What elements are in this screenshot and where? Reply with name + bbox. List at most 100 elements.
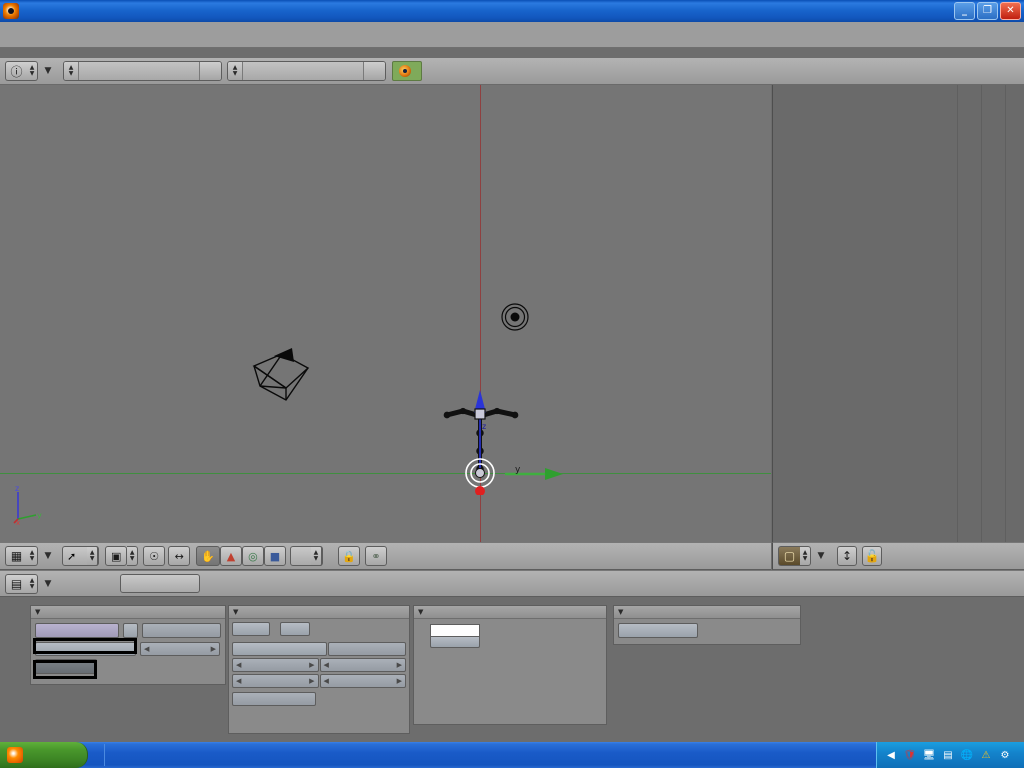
unlock-icon[interactable]: 🔓 [862, 546, 882, 566]
shield-icon[interactable]: 🛡 [903, 748, 917, 762]
up-x-button[interactable] [280, 622, 310, 636]
increment-arrow-icon[interactable]: ▶ [309, 661, 314, 669]
menu-collapse-arrow-icon[interactable]: ▼ [38, 579, 58, 589]
buttons-editor-icon[interactable]: ▤ [5, 573, 27, 594]
3d-cursor [465, 458, 495, 495]
quick-launch-bar[interactable] [88, 744, 105, 766]
dup-off-field[interactable]: ◀ ▶ [319, 674, 406, 688]
interaction-mode-selector[interactable]: ➚ ▲ ▼ [62, 546, 100, 566]
view3d-editor-icon[interactable]: ▦ [5, 546, 27, 566]
editor-type-spinner[interactable]: ▲ ▼ [800, 546, 811, 566]
dup-on-field[interactable]: ◀ ▶ [319, 658, 406, 672]
panel-header[interactable]: ▼ [31, 606, 225, 619]
time-offset-field[interactable] [232, 692, 316, 706]
panel-header[interactable]: ▼ [229, 606, 409, 619]
snap-icon[interactable]: ↔ [168, 546, 191, 566]
group-field[interactable] [328, 642, 406, 656]
outliner-column-guides [773, 85, 1024, 542]
blender-logo-icon [399, 65, 411, 77]
scene-browse-icon[interactable]: ▲ ▼ [228, 62, 243, 80]
warning-icon[interactable]: ⚠ [979, 748, 993, 762]
size-manipulator-icon[interactable]: ■ [263, 546, 286, 566]
scene-delete-button[interactable] [363, 62, 385, 80]
decrement-arrow-icon[interactable]: ◀ [324, 677, 329, 685]
user-preferences-tab-row [0, 22, 1024, 48]
fake-user-button[interactable] [122, 623, 139, 638]
panel-object-and-links[interactable]: ▼ ◀ ▶ [30, 605, 226, 685]
increment-arrow-icon[interactable]: ▶ [211, 645, 216, 653]
add-constraint-button[interactable] [618, 623, 698, 638]
editor-type-spinner[interactable]: ▲ ▼ [27, 573, 38, 594]
lock-icon[interactable]: 🔒 [337, 546, 360, 566]
orientation-spinner[interactable]: ▲ ▼ [310, 546, 322, 566]
collapse-triangle-icon: ▼ [233, 608, 239, 616]
passindex-field[interactable]: ◀ ▶ [140, 642, 220, 656]
outliner-editor[interactable] [772, 85, 1024, 542]
pivot-median-icon[interactable]: ☉ [143, 546, 166, 566]
buttons-window-header: ▤ ▲ ▼ ▼ [0, 570, 1024, 597]
camera-wireframe[interactable] [248, 340, 328, 415]
editor-type-spinner[interactable]: ▲ ▼ [27, 546, 38, 566]
close-button[interactable]: ✕ [1000, 2, 1021, 20]
maximize-icon: ❐ [983, 5, 992, 16]
increment-arrow-icon[interactable]: ▶ [397, 677, 402, 685]
uv-image-editor-icon[interactable]: ▢ [778, 546, 800, 566]
image-editor-header: ▢ ▲ ▼ ▼ ↕ 🔓 [772, 542, 1024, 570]
scale-manipulator-icon[interactable]: ◎ [241, 546, 264, 566]
info-editor-icon[interactable]: ⓘ [5, 61, 27, 81]
decrement-arrow-icon[interactable]: ◀ [144, 645, 149, 653]
shaded-draw-type-icon[interactable]: ▣ [105, 546, 128, 566]
hand-translate-icon[interactable]: ✋ [196, 546, 220, 566]
screen-browse-icon[interactable]: ▲ ▼ [64, 62, 79, 80]
object-name-field[interactable] [35, 623, 119, 638]
menu-collapse-arrow-icon[interactable]: ▼ [38, 66, 58, 76]
lamp-widget[interactable] [499, 301, 531, 333]
panel-header[interactable]: ▼ [614, 606, 800, 619]
globe-icon[interactable]: 🌐 [960, 748, 974, 762]
scene-selector[interactable]: ▲ ▼ [227, 61, 386, 81]
antivirus-icon[interactable]: ⚙ [998, 748, 1012, 762]
3d-viewport[interactable]: z y z y x [0, 85, 771, 542]
decrement-arrow-icon[interactable]: ◀ [236, 661, 241, 669]
minimize-button[interactable]: _ [954, 2, 975, 20]
gizmo-z-label: z [482, 422, 486, 431]
system-tray[interactable]: ◀ 🛡 🖥 ▤ 🌐 ⚠ ⚙ [876, 742, 1024, 768]
transform-orientation-selector[interactable]: ▲ ▼ [289, 546, 323, 566]
collapse-triangle-icon: ▼ [618, 608, 624, 616]
collapse-triangle-icon: ▼ [418, 608, 424, 616]
decrement-arrow-icon[interactable]: ◀ [324, 661, 329, 669]
screen-delete-button[interactable] [199, 62, 221, 80]
display-icon[interactable]: ▤ [941, 748, 955, 762]
editor-type-spinner[interactable]: ▲ ▼ [27, 61, 38, 81]
increment-arrow-icon[interactable]: ▶ [397, 661, 402, 669]
link-scene-icon[interactable]: ⚭ [364, 546, 387, 566]
menu-collapse-arrow-icon[interactable]: ▼ [811, 551, 831, 561]
menu-collapse-arrow-icon[interactable]: ▼ [38, 551, 58, 561]
network-icon[interactable]: 🖥 [922, 748, 936, 762]
rotate-manipulator-icon[interactable]: ▲ [219, 546, 242, 566]
dup-start-field[interactable]: ◀ ▶ [232, 658, 319, 672]
decrement-arrow-icon[interactable]: ◀ [236, 677, 241, 685]
track-x-button[interactable] [232, 622, 270, 636]
windows-logo-icon [7, 747, 23, 763]
draw-type-spinner[interactable]: ▲ ▼ [127, 546, 139, 566]
tray-expand-icon[interactable]: ◀ [884, 748, 898, 762]
dup-end-field[interactable]: ◀ ▶ [232, 674, 319, 688]
panel-draw[interactable]: ▼ [413, 605, 607, 725]
panel-header[interactable]: ▼ [414, 606, 606, 619]
parent-field[interactable] [142, 623, 221, 638]
image-browse-icon[interactable]: ↕ [837, 546, 857, 566]
outliner-tree [773, 85, 1024, 89]
info-header: ⓘ ▲ ▼ ▼ ▲ ▼ ▲ ▼ [0, 58, 1024, 85]
maximize-button[interactable]: ❐ [977, 2, 998, 20]
alpha-field[interactable] [430, 636, 480, 648]
screen-selector[interactable]: ▲ ▼ [63, 61, 222, 81]
panel-constraints[interactable]: ▼ [613, 605, 801, 645]
start-button[interactable] [0, 742, 88, 768]
increment-arrow-icon[interactable]: ▶ [309, 677, 314, 685]
windows-taskbar: ◀ 🛡 🖥 ▤ 🌐 ⚠ ⚙ [0, 742, 1024, 768]
mode-spinner[interactable]: ▲ ▼ [87, 546, 99, 566]
panel-anim-settings[interactable]: ▼ ◀ ▶ ◀ ▶ ◀ ▶ ◀ ▶ [228, 605, 410, 734]
dupligroup-button[interactable] [232, 642, 328, 656]
object-color-swatch[interactable] [430, 624, 480, 636]
